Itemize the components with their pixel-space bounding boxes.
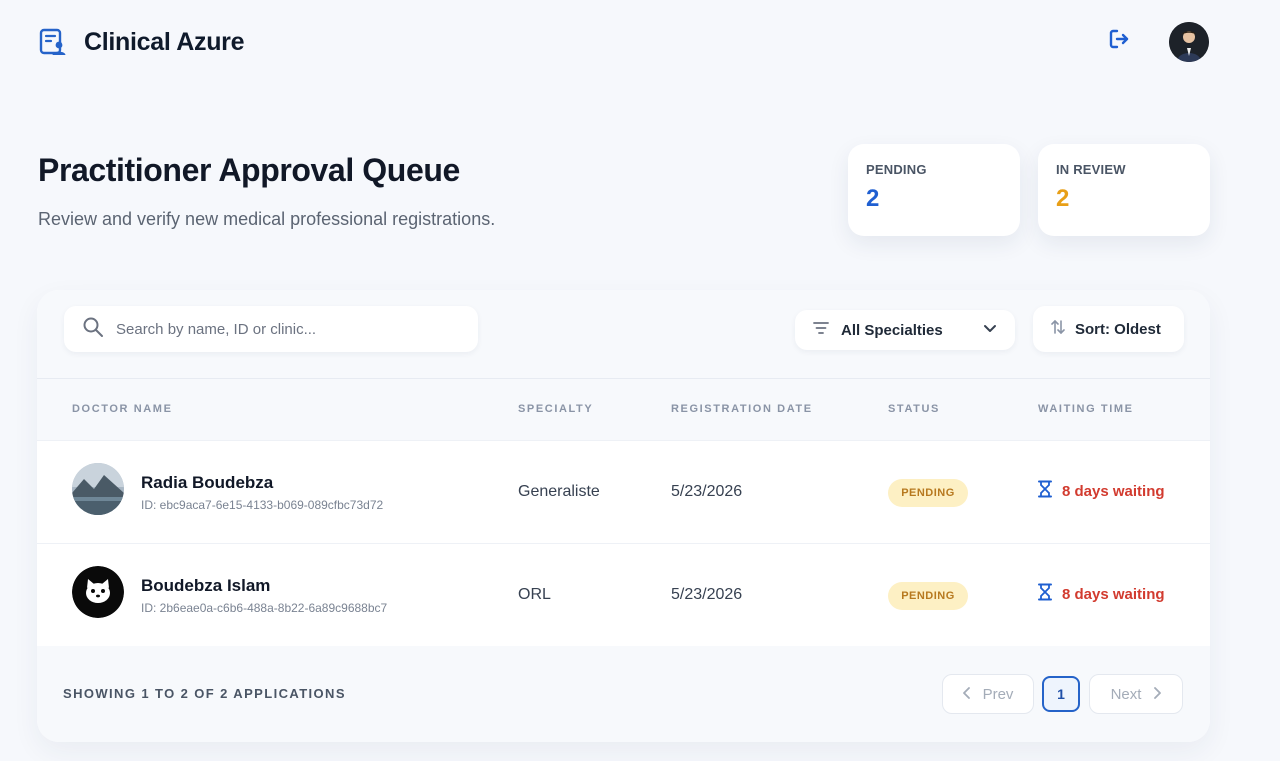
- search-icon: [82, 316, 104, 343]
- approval-queue-panel: All Specialties Sort: Oldest DOCTOR NAME: [37, 290, 1210, 742]
- specialty-filter-dropdown[interactable]: All Specialties: [795, 310, 1015, 350]
- doctor-id: ID: ebc9aca7-6e15-4133-b069-089cfbc73d72: [141, 498, 384, 512]
- sort-icon: [1051, 319, 1065, 340]
- next-label: Next: [1110, 685, 1142, 703]
- page-title: Practitioner Approval Queue: [38, 152, 460, 188]
- table-row[interactable]: Radia Boudebza ID: ebc9aca7-6e15-4133-b0…: [37, 441, 1210, 544]
- specialty-cell: Generaliste: [518, 483, 600, 500]
- pending-stat-card: PENDING 2: [848, 144, 1020, 236]
- column-header[interactable]: SPECIALTY: [518, 403, 593, 415]
- status-badge: PENDING: [888, 582, 968, 610]
- table-header: DOCTOR NAME SPECIALTY REGISTRATION DATE …: [37, 379, 1210, 441]
- search-box[interactable]: [64, 306, 478, 352]
- user-avatar[interactable]: [1169, 22, 1209, 62]
- waiting-text: 8 days waiting: [1062, 586, 1165, 603]
- in-review-stat-card: IN REVIEW 2: [1038, 144, 1210, 236]
- cat-avatar: [72, 566, 124, 618]
- landscape-avatar: [72, 463, 124, 515]
- app-name: Clinical Azure: [84, 27, 245, 56]
- page-number-button[interactable]: 1: [1042, 676, 1080, 712]
- stat-value: 2: [866, 185, 880, 212]
- chevron-left-icon: [962, 686, 971, 703]
- waiting-text: 8 days waiting: [1062, 483, 1165, 500]
- doctor-id: ID: 2b6eae0a-c6b6-488a-8b22-6a89c9688bc7: [141, 601, 388, 615]
- prev-label: Prev: [982, 685, 1014, 703]
- hourglass-icon: [1038, 480, 1052, 503]
- status-badge: PENDING: [888, 479, 968, 507]
- next-page-button[interactable]: Next: [1089, 674, 1183, 714]
- registration-date-cell: 5/23/2026: [671, 586, 743, 603]
- column-header[interactable]: WAITING TIME: [1038, 403, 1134, 415]
- stat-value: 2: [1056, 185, 1070, 212]
- logout-button[interactable]: [1104, 26, 1134, 56]
- doctor-name[interactable]: Radia Boudebza: [141, 473, 273, 493]
- table-row[interactable]: Boudebza Islam ID: 2b6eae0a-c6b6-488a-8b…: [37, 544, 1210, 647]
- filter-icon: [813, 321, 829, 340]
- prev-page-button[interactable]: Prev: [942, 674, 1034, 714]
- stat-label: PENDING: [866, 162, 927, 177]
- table-footer: SHOWING 1 TO 2 OF 2 APPLICATIONS Prev 1 …: [37, 646, 1210, 742]
- search-input[interactable]: [116, 320, 456, 338]
- registration-date-cell: 5/23/2026: [671, 483, 743, 500]
- table-toolbar: All Specialties Sort: Oldest: [37, 290, 1210, 379]
- specialty-cell: ORL: [518, 586, 551, 603]
- filter-label: All Specialties: [841, 321, 943, 339]
- clipboard-user-icon: [38, 26, 70, 58]
- top-bar: Clinical Azure: [0, 0, 1280, 84]
- doctor-name[interactable]: Boudebza Islam: [141, 576, 270, 596]
- chevron-down-icon: [983, 321, 997, 339]
- column-header[interactable]: DOCTOR NAME: [72, 403, 173, 415]
- waiting-time: 8 days waiting: [1038, 480, 1165, 503]
- hourglass-icon: [1038, 583, 1052, 606]
- chevron-right-icon: [1153, 686, 1162, 703]
- sort-label: Sort: Oldest: [1075, 320, 1161, 338]
- column-header[interactable]: STATUS: [888, 403, 940, 415]
- column-header[interactable]: REGISTRATION DATE: [671, 403, 813, 415]
- results-count: SHOWING 1 TO 2 OF 2 APPLICATIONS: [63, 686, 346, 701]
- sort-button[interactable]: Sort: Oldest: [1033, 306, 1184, 352]
- stat-label: IN REVIEW: [1056, 162, 1126, 177]
- brand[interactable]: Clinical Azure: [38, 26, 245, 58]
- page-subtitle: Review and verify new medical profession…: [38, 209, 496, 229]
- waiting-time: 8 days waiting: [1038, 583, 1165, 606]
- logout-icon: [1107, 27, 1131, 56]
